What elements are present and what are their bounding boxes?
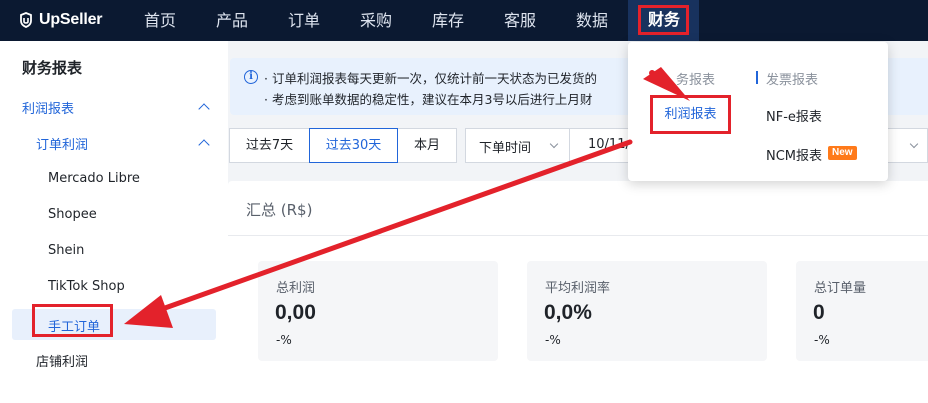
info-icon: i [244,70,258,84]
stat-value: 0,0% [544,301,592,324]
time-type-value: 下单时间 [479,141,532,156]
notice-line-2: · 考虑到账单数据的稳定性，建议在本月3号以后进行上月财 [264,92,593,107]
chevron-up-icon[interactable] [198,139,210,151]
summary-card: 汇总 (R$) 总利润 0,00 -% 平均利润率 0,0% -% 总订单量 0… [228,181,928,403]
nav-item-home[interactable]: 首页 [144,0,176,41]
sidebar-item-shopee[interactable]: Shopee [48,207,97,222]
nav-item-inventory[interactable]: 库存 [432,0,464,41]
sidebar-item-tiktok-shop[interactable]: TikTok Shop [48,279,125,294]
stat-delta: -% [276,333,292,347]
summary-title: 汇总 (R$) [246,201,313,219]
logo-text: UpSeller [39,11,103,28]
sidebar-item-manual-orders[interactable]: 手工订单 [48,316,100,335]
range-this-month-button[interactable]: 本月 [397,128,457,163]
nav-item-customer-service[interactable]: 客服 [504,0,536,41]
dropdown-item-nfe-report[interactable]: NF-e报表 [766,106,822,125]
stat-total-orders: 总订单量 0 -% [796,261,928,361]
stat-delta: -% [814,333,830,347]
sidebar-title: 财务报表 [22,59,83,77]
nav-item-purchase[interactable]: 采购 [360,0,392,41]
stat-delta: -% [545,333,561,347]
sidebar-subgroup-order-profit[interactable]: 订单利润 [36,134,88,153]
nav-item-orders[interactable]: 订单 [288,0,320,41]
upseller-logo[interactable]: UpSeller [18,9,103,31]
finance-dropdown-menu: 务报表 发票报表 利润报表 NF-e报表 NCM报表 New [628,42,888,181]
annotation-highlight-finance [638,5,689,35]
notice-line-1: · 订单利润报表每天更新一次，仅统计前一天状态为已发货的 [264,71,597,86]
sidebar-item-store-profit[interactable]: 店铺利润 [36,351,88,370]
chevron-down-icon [909,139,919,149]
stat-label: 总利润 [276,281,316,296]
stat-total-profit: 总利润 0,00 -% [258,261,498,361]
stat-label: 平均利润率 [545,281,611,296]
dropdown-item-ncm-report[interactable]: NCM报表 [766,145,822,164]
time-type-select[interactable]: 下单时间 [465,128,570,163]
stat-average-margin: 平均利润率 0,0% -% [527,261,767,361]
range-past-30-days-button[interactable]: 过去30天 [309,128,398,163]
upseller-logo-icon [20,12,32,28]
sidebar-item-mercado-libre[interactable]: Mercado Libre [48,171,140,186]
dropdown-header-invoice-reports: 发票报表 [766,73,819,88]
divider [228,235,928,236]
top-navigation-bar: UpSeller 首页 产品 订单 采购 库存 客服 数据 财务 [0,0,928,41]
dropdown-item-profit-report-label: 利润报表 [664,107,717,122]
range-past-7-days-button[interactable]: 过去7天 [229,128,310,163]
chevron-down-icon [549,139,559,149]
nav-item-products[interactable]: 产品 [216,0,248,41]
stat-value: 0 [813,301,825,324]
nav-item-data[interactable]: 数据 [576,0,608,41]
dropdown-item-profit-report[interactable]: 利润报表 [650,95,731,134]
chevron-up-icon[interactable] [198,103,210,115]
dropdown-header-finance-reports: 务报表 [676,73,716,88]
stat-value: 0,00 [275,301,316,324]
sidebar-item-shein[interactable]: Shein [48,243,84,258]
section-marker [756,71,758,84]
sidebar-group-profit-report[interactable]: 利润报表 [22,98,74,117]
stat-label: 总订单量 [814,281,867,296]
sidebar: 财务报表 利润报表 订单利润 Mercado Libre Shopee Shei… [0,41,228,403]
new-badge: New [828,146,857,160]
